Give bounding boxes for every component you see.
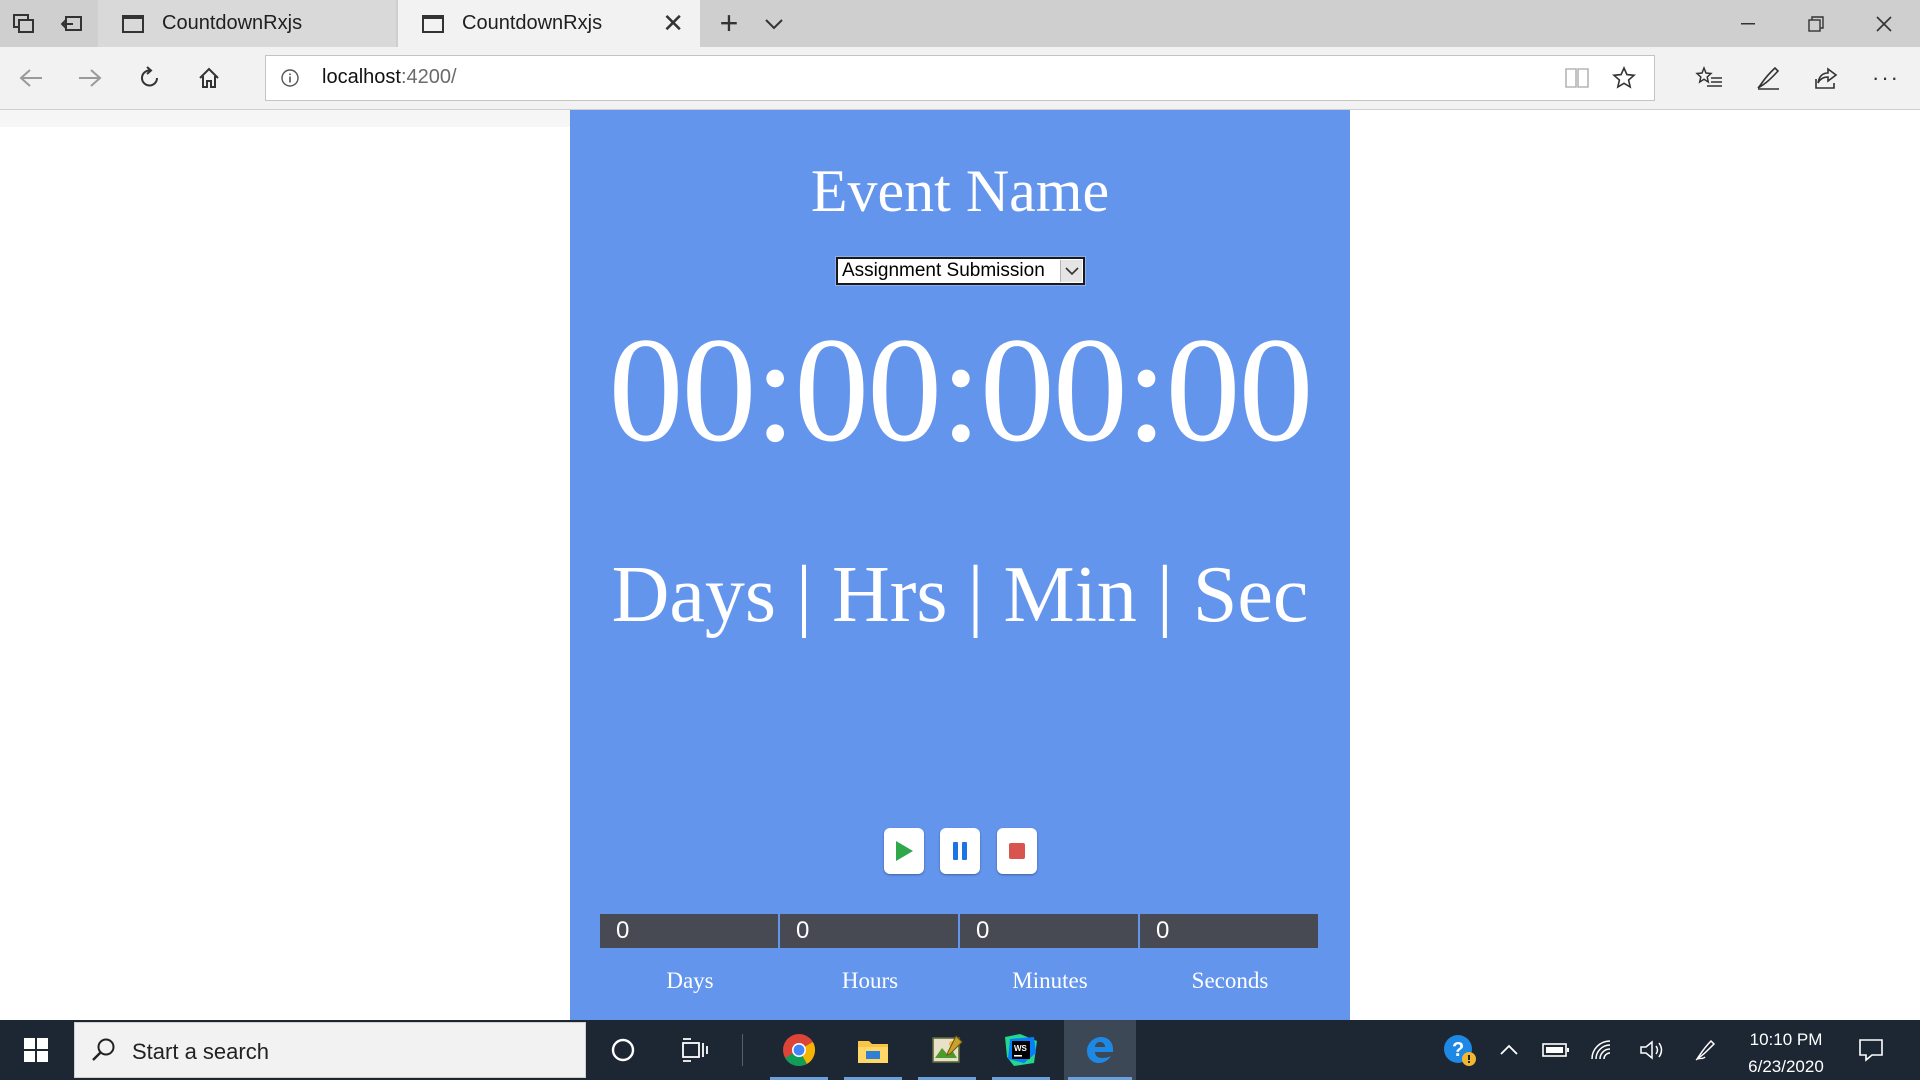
home-button[interactable] bbox=[186, 55, 232, 101]
favorite-star-icon[interactable] bbox=[1612, 66, 1636, 95]
event-select-value: Assignment Submission bbox=[842, 260, 1045, 281]
wifi-icon[interactable] bbox=[1584, 1020, 1620, 1080]
taskbar-divider bbox=[742, 1034, 743, 1066]
countdown-clock: 00:00:00:00 bbox=[608, 307, 1313, 473]
close-tab-icon[interactable]: ✕ bbox=[662, 10, 684, 36]
units-label: Days | Hrs | Min | Sec bbox=[611, 551, 1309, 639]
volume-icon[interactable] bbox=[1634, 1020, 1670, 1080]
seconds-counter[interactable]: 0 bbox=[1140, 914, 1318, 948]
close-window-button[interactable] bbox=[1850, 0, 1918, 47]
search-placeholder: Start a search bbox=[132, 1039, 269, 1064]
site-info-icon[interactable] bbox=[280, 68, 300, 93]
back-button[interactable] bbox=[8, 55, 54, 101]
system-clock[interactable]: 10:10 PM 6/23/2020 bbox=[1726, 1026, 1846, 1080]
tab-preview-chevron-icon[interactable] bbox=[750, 0, 798, 47]
share-icon[interactable] bbox=[1804, 55, 1850, 101]
url-text: localhost:4200/ bbox=[322, 66, 457, 89]
minutes-counter[interactable]: 0 bbox=[960, 914, 1138, 948]
address-bar[interactable]: localhost:4200/ bbox=[265, 55, 1655, 101]
help-icon[interactable]: ? bbox=[1440, 1020, 1480, 1080]
event-title: Event Name bbox=[810, 158, 1110, 224]
hours-label: Hours bbox=[841, 968, 899, 993]
chrome-icon[interactable] bbox=[766, 1020, 832, 1080]
pen-workspace-icon[interactable] bbox=[1688, 1020, 1722, 1080]
browser-tab-bar: CountdownRxjs CountdownRxjs ✕ + bbox=[0, 0, 1920, 47]
browser-nav-bar: localhost:4200/ ··· bbox=[0, 47, 1920, 110]
days-label: Days bbox=[666, 968, 714, 993]
tabs-aside-icon[interactable] bbox=[0, 0, 48, 47]
battery-icon[interactable] bbox=[1538, 1020, 1574, 1080]
seconds-label: Seconds bbox=[1191, 968, 1269, 993]
days-counter[interactable]: 0 bbox=[600, 914, 778, 948]
show-hidden-icons-chevron-icon[interactable] bbox=[1492, 1020, 1526, 1080]
pause-icon bbox=[953, 842, 967, 860]
webstorm-icon[interactable]: WS bbox=[988, 1020, 1054, 1080]
reading-view-icon[interactable] bbox=[1564, 67, 1590, 94]
event-select-dropdown[interactable]: Assignment Submission bbox=[835, 256, 1086, 286]
page-top-strip bbox=[0, 110, 570, 127]
page-icon bbox=[122, 14, 144, 33]
countdown-app: Event Name Assignment Submission 00:00:0… bbox=[570, 110, 1350, 1020]
new-tab-button[interactable]: + bbox=[705, 0, 753, 47]
stop-button[interactable] bbox=[997, 828, 1037, 874]
svg-text:WS: WS bbox=[1014, 1044, 1028, 1053]
tab-countdown-2-active[interactable]: CountdownRxjs ✕ bbox=[398, 0, 700, 47]
tab-title: CountdownRxjs bbox=[462, 12, 603, 34]
more-options-icon[interactable]: ··· bbox=[1863, 55, 1909, 101]
restore-button[interactable] bbox=[1782, 0, 1850, 47]
forward-button[interactable] bbox=[67, 55, 113, 101]
file-explorer-icon[interactable] bbox=[840, 1020, 906, 1080]
tab-countdown-1[interactable]: CountdownRxjs bbox=[98, 0, 396, 47]
edge-icon[interactable] bbox=[1064, 1020, 1136, 1080]
windows-logo-icon bbox=[24, 1038, 48, 1062]
minutes-label: Minutes bbox=[1012, 968, 1088, 993]
url-host: localhost bbox=[322, 66, 401, 88]
page-icon bbox=[422, 14, 444, 33]
pause-button[interactable] bbox=[940, 828, 980, 874]
task-view-icon[interactable] bbox=[662, 1020, 728, 1080]
minimize-button[interactable] bbox=[1714, 0, 1782, 47]
refresh-button[interactable] bbox=[127, 55, 173, 101]
play-icon bbox=[896, 841, 913, 861]
windows-taskbar: Start a search WS ? 10:10 PM 6/23/2020 bbox=[0, 1020, 1920, 1080]
search-icon bbox=[91, 1037, 117, 1068]
timer-controls bbox=[884, 828, 1044, 874]
hours-counter[interactable]: 0 bbox=[780, 914, 958, 948]
action-center-icon[interactable] bbox=[1848, 1020, 1894, 1080]
page-viewport: Event Name Assignment Submission 00:00:0… bbox=[0, 110, 1920, 1020]
set-aside-tabs-icon[interactable] bbox=[48, 0, 96, 47]
system-date: 6/23/2020 bbox=[1748, 1057, 1824, 1076]
pen-notes-icon[interactable] bbox=[1745, 55, 1791, 101]
system-time: 10:10 PM bbox=[1749, 1030, 1823, 1049]
image-app-icon[interactable] bbox=[914, 1020, 980, 1080]
chevron-down-icon bbox=[1060, 260, 1082, 282]
cortana-icon[interactable] bbox=[590, 1020, 656, 1080]
favorites-hub-icon[interactable] bbox=[1686, 55, 1732, 101]
url-port-path: :4200/ bbox=[400, 66, 457, 88]
start-button[interactable] bbox=[0, 1020, 72, 1080]
tab-title: CountdownRxjs bbox=[162, 12, 303, 34]
taskbar-search-box[interactable]: Start a search bbox=[74, 1022, 586, 1078]
play-button[interactable] bbox=[884, 828, 924, 874]
counter-fields: 0 0 0 0 bbox=[600, 914, 1318, 948]
stop-icon bbox=[1009, 843, 1025, 859]
